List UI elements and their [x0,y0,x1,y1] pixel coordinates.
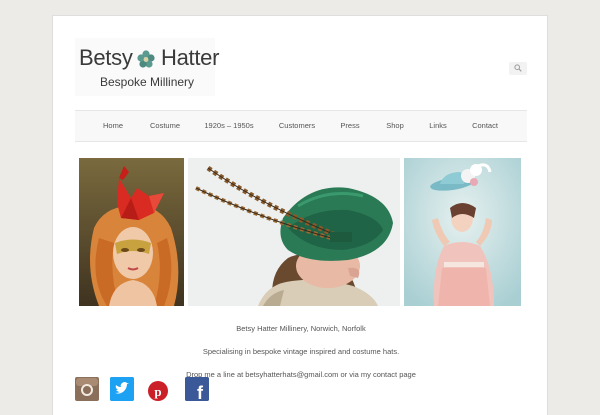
main-nav: Home Costume 1920s – 1950s Customers Pre… [75,110,527,142]
search-button[interactable] [509,62,527,75]
logo-word-1: Betsy [79,45,133,70]
nav-item-customers[interactable]: Customers [279,111,315,141]
intro-line-specialism: Specialising in bespoke vintage inspired… [202,347,400,356]
blue-flower-hat-photo[interactable] [404,158,521,306]
green-pheasant-feather-hat-photo[interactable] [188,158,400,306]
logo-word-2: Hatter [161,45,220,70]
twitter-button[interactable] [110,377,134,401]
pinterest-button[interactable]: p [146,377,170,401]
logo-title: Betsy Hatter [79,45,219,73]
instagram-button[interactable] [75,377,99,401]
pinterest-icon: p [148,381,168,401]
nav-item-1920s-1950s[interactable]: 1920s – 1950s [204,111,253,141]
search-icon [514,64,522,72]
page-container: Betsy Hatter Bespoke Millinery Home Cost… [52,15,548,415]
facebook-button[interactable]: f [185,377,209,401]
nav-item-home[interactable]: Home [103,111,123,141]
twitter-icon [110,377,134,401]
site-logo[interactable]: Betsy Hatter Bespoke Millinery [75,38,219,96]
nav-item-shop[interactable]: Shop [386,111,404,141]
svg-text:f: f [197,383,204,401]
nav-item-links[interactable]: Links [429,111,447,141]
red-origami-bird-hat-photo[interactable] [79,158,184,306]
facebook-icon: f [185,377,209,401]
logo-subtitle: Bespoke Millinery [100,75,195,89]
nav-item-contact[interactable]: Contact [472,111,498,141]
instagram-icon [76,378,98,400]
svg-text:p: p [154,384,161,399]
nav-item-press[interactable]: Press [340,111,359,141]
nav-item-costume[interactable]: Costume [150,111,180,141]
flower-icon [137,50,155,68]
intro-line-location: Betsy Hatter Millinery, Norwich, Norfolk [236,324,366,333]
